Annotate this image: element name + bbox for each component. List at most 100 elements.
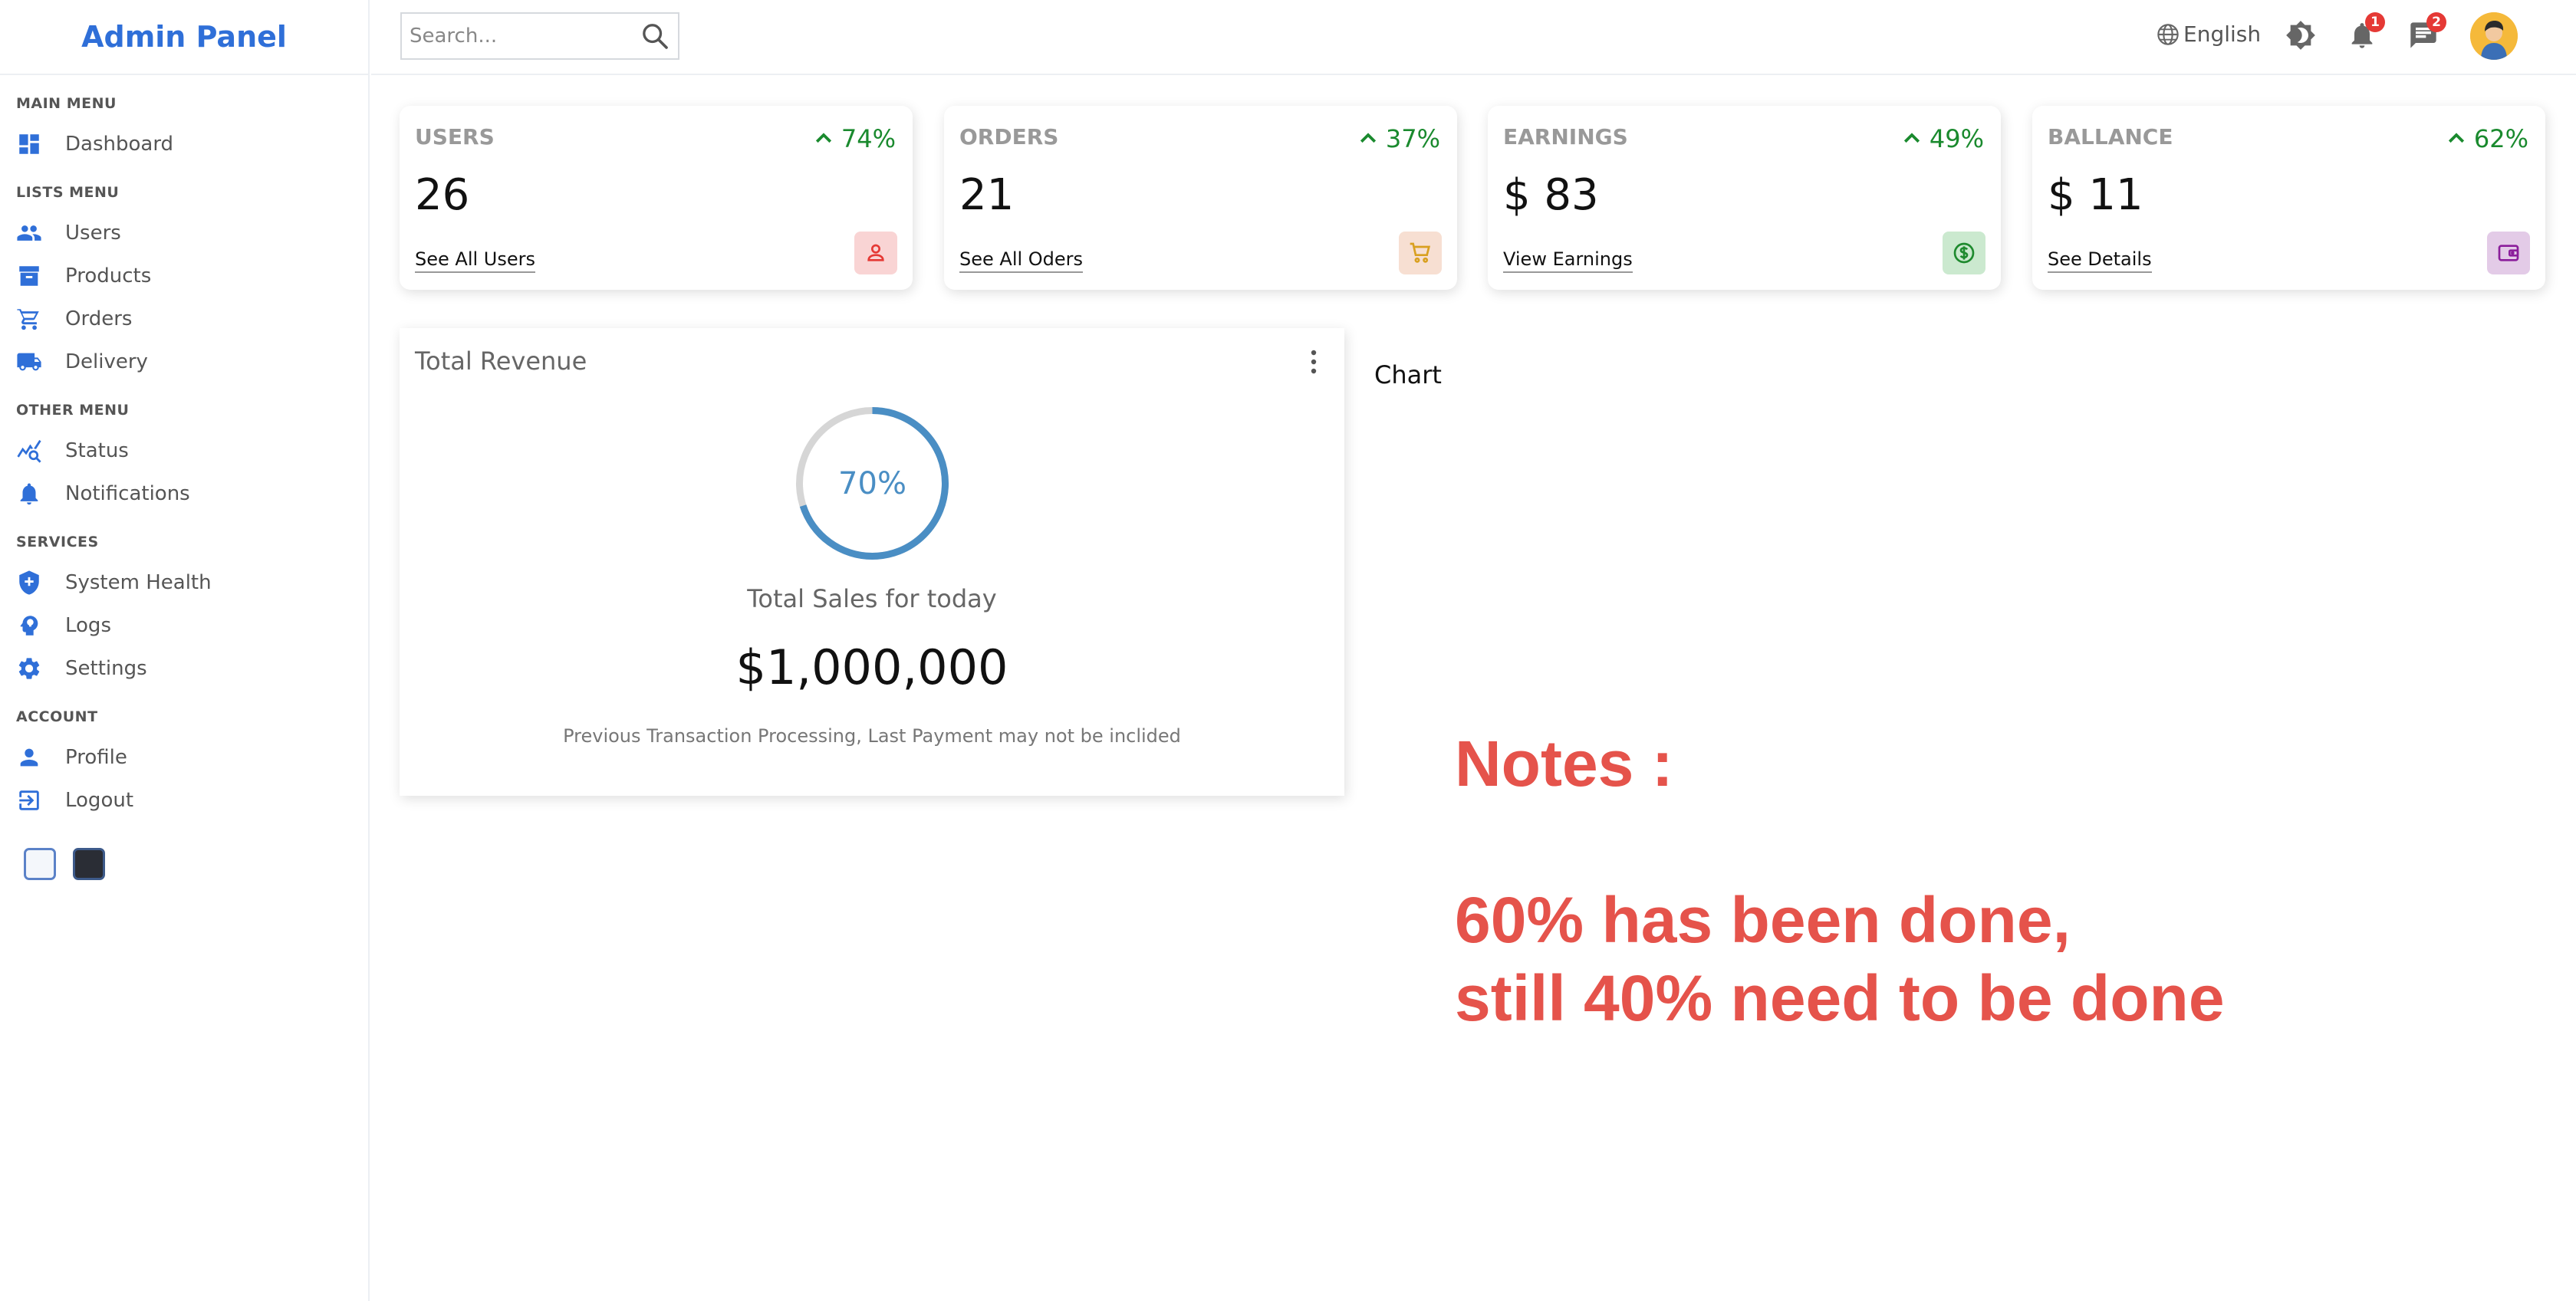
widget-balance: BALLANCE 62% $ 11 See Details <box>2032 106 2545 290</box>
cart-icon <box>16 306 42 332</box>
notes-title: Notes : <box>1455 728 1673 800</box>
dark-mode-toggle[interactable] <box>2285 20 2319 54</box>
sidebar-item-orders[interactable]: Orders <box>16 297 368 340</box>
theme-switcher <box>24 848 368 880</box>
users-icon <box>16 220 42 246</box>
sidebar-item-label: Orders <box>65 307 133 330</box>
sidebar-item-label: Products <box>65 264 152 287</box>
revenue-subtitle: Total Sales for today <box>747 584 997 613</box>
search-box[interactable]: Search... <box>400 12 679 60</box>
gear-icon <box>16 655 42 682</box>
bell-icon <box>16 481 42 507</box>
sidebar-item-notifications[interactable]: Notifications <box>16 472 368 515</box>
widget-value: $ 83 <box>1503 170 1599 220</box>
shield-plus-icon <box>16 570 42 596</box>
see-all-users-link[interactable]: See All Users <box>415 248 535 273</box>
sidebar-item-status[interactable]: Status <box>16 429 368 472</box>
see-all-orders-link[interactable]: See All Oders <box>959 248 1084 273</box>
search-icon[interactable] <box>640 21 670 51</box>
dollar-icon <box>1943 232 1985 274</box>
search-input[interactable]: Search... <box>410 25 640 48</box>
archive-icon <box>16 263 42 289</box>
sidebar-item-label: Logs <box>65 614 111 637</box>
sidebar-item-label: Settings <box>65 657 147 680</box>
chart-placeholder: Chart <box>1374 360 1442 389</box>
sidebar-item-label: Users <box>65 222 121 245</box>
cart-icon <box>1399 232 1442 274</box>
widget-title: EARNINGS <box>1503 124 1628 149</box>
dashboard-icon <box>16 131 42 157</box>
notes-line-2: still 40% need to be done <box>1455 962 2225 1034</box>
dark-theme-button[interactable] <box>73 848 105 880</box>
person-icon <box>16 744 42 770</box>
widget-earnings: EARNINGS 49% $ 83 View Earnings <box>1488 106 2001 290</box>
revenue-title: Total Revenue <box>415 347 587 376</box>
language-label: English <box>2183 21 2262 47</box>
section-title-services: SERVICES <box>16 534 99 550</box>
chevron-up-icon <box>2448 133 2464 143</box>
truck-icon <box>16 349 42 375</box>
widget-orders: ORDERS 37% 21 See All Oders <box>944 106 1457 290</box>
widget-value: 21 <box>959 170 1015 220</box>
widget-percent: 74% <box>812 124 896 153</box>
widget-percent-value: 62% <box>2473 124 2528 153</box>
notes-annotation: Notes : 60% has been done, still 40% nee… <box>1455 724 2225 1037</box>
notification-badge: 1 <box>2365 12 2385 32</box>
sidebar-item-settings[interactable]: Settings <box>16 647 368 690</box>
widget-users: USERS 74% 26 See All Users <box>400 106 913 290</box>
revenue-note: Previous Transaction Processing, Last Pa… <box>563 725 1181 747</box>
sidebar-item-label: Logout <box>65 789 134 812</box>
brightness-icon <box>2286 21 2315 50</box>
sidebar-item-logout[interactable]: Logout <box>16 779 368 822</box>
sidebar-item-users[interactable]: Users <box>16 212 368 255</box>
sidebar-item-profile[interactable]: Profile <box>16 736 368 779</box>
section-title-main-menu: MAIN MENU <box>16 95 117 112</box>
sidebar-item-delivery[interactable]: Delivery <box>16 340 368 383</box>
widget-title: USERS <box>415 124 495 149</box>
sidebar-menu: MAIN MENU Dashboard LISTS MENU Users Pro… <box>0 75 368 880</box>
view-earnings-link[interactable]: View Earnings <box>1503 248 1633 273</box>
messages-button[interactable]: 2 <box>2408 12 2446 54</box>
sidebar-item-label: Dashboard <box>65 133 174 156</box>
widget-percent-value: 49% <box>1929 124 1984 153</box>
sidebar-item-label: Delivery <box>65 350 148 373</box>
app-logo[interactable]: Admin Panel <box>81 20 287 54</box>
wallet-icon <box>2487 232 2530 274</box>
sidebar-item-logs[interactable]: Logs <box>16 604 368 647</box>
section-title-lists-menu: LISTS MENU <box>16 184 120 201</box>
light-theme-button[interactable] <box>24 848 56 880</box>
widget-percent-value: 74% <box>841 124 896 153</box>
widget-percent: 49% <box>1900 124 1984 153</box>
sidebar-item-dashboard[interactable]: Dashboard <box>16 123 368 166</box>
language-selector[interactable]: English <box>2156 21 2261 47</box>
notes-line-1: 60% has been done, <box>1455 884 2071 956</box>
widget-percent-value: 37% <box>1385 124 1440 153</box>
person-outline-icon <box>854 232 897 274</box>
widget-value: 26 <box>415 170 470 220</box>
widget-percent: 62% <box>2445 124 2528 153</box>
total-revenue-card: Total Revenue 70% Total Sales for today … <box>400 328 1344 796</box>
section-title-account: ACCOUNT <box>16 708 98 725</box>
notifications-button[interactable]: 1 <box>2347 12 2385 54</box>
notes-spacer <box>1455 803 2225 881</box>
revenue-amount: $1,000,000 <box>735 639 1008 695</box>
section-title-other-menu: OTHER MENU <box>16 402 130 419</box>
chart-search-icon <box>16 438 42 464</box>
sidebar-item-system-health[interactable]: System Health <box>16 561 368 604</box>
sidebar-item-products[interactable]: Products <box>16 255 368 297</box>
chevron-up-icon <box>815 133 831 143</box>
sidebar-item-label: Profile <box>65 746 127 769</box>
avatar-image <box>2470 12 2518 60</box>
logo-area: Admin Panel <box>0 0 368 75</box>
avatar[interactable] <box>2470 12 2518 60</box>
chevron-up-icon <box>1360 133 1376 143</box>
progress-label: 70% <box>838 465 906 501</box>
more-vert-icon[interactable] <box>1306 347 1321 377</box>
see-details-link[interactable]: See Details <box>2048 248 2152 273</box>
widget-title: ORDERS <box>959 124 1059 149</box>
chevron-up-icon <box>1903 133 1920 143</box>
widget-percent: 37% <box>1357 124 1440 153</box>
topbar: Search... English 1 2 <box>371 0 2576 75</box>
brain-icon <box>16 613 42 639</box>
widget-title: BALLANCE <box>2048 124 2173 149</box>
